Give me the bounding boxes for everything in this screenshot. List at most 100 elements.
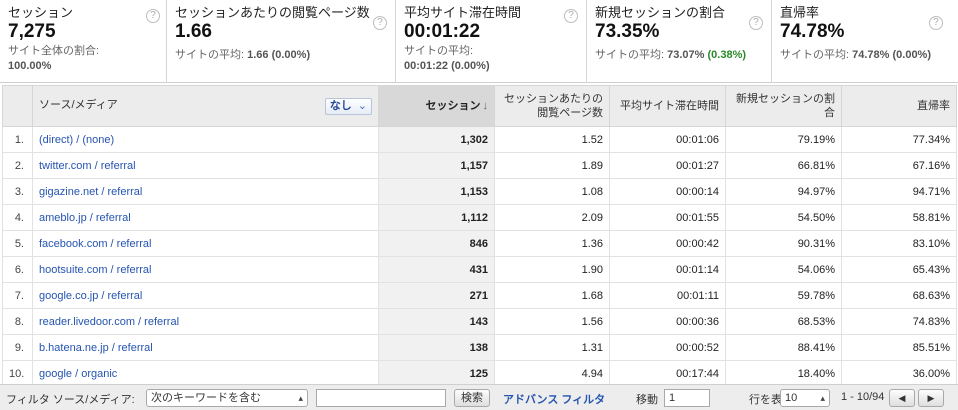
metric-subtext: サイトの平均: 74.78% (0.00%) [780, 49, 932, 61]
source-medium-header[interactable]: ソース/メディア なし ⌄ [32, 85, 379, 127]
next-page-button[interactable]: ▶ [918, 389, 944, 407]
source-medium-link[interactable]: twitter.com / referral [32, 152, 379, 179]
new-sessions-cell: 54.06% [725, 256, 842, 283]
pages-per-session-cell: 1.68 [494, 282, 610, 309]
help-icon[interactable]: ? [749, 16, 763, 30]
metric-subtext: サイトの平均: 73.07% (0.38%) [595, 49, 747, 61]
bounce-rate-cell: 94.71% [841, 178, 957, 205]
new-sessions-cell: 68.53% [725, 308, 842, 335]
sessions-cell: 143 [378, 308, 495, 335]
metric-name: 新規セッションの割合 [595, 5, 726, 20]
help-icon[interactable]: ? [929, 16, 943, 30]
pages-per-session-cell: 1.36 [494, 230, 610, 257]
avg-duration-cell: 00:01:14 [609, 256, 726, 283]
bounce-rate-cell: 74.83% [841, 308, 957, 335]
new-sessions-cell: 18.40% [725, 360, 842, 387]
avg-duration-cell: 00:01:11 [609, 282, 726, 309]
avg-duration-cell: 00:01:27 [609, 152, 726, 179]
table-row: 9. b.hatena.ne.jp / referral 138 1.31 00:00:… [2, 334, 957, 361]
bounce-rate-cell: 77.34% [841, 126, 957, 153]
row-index: 7. [2, 282, 33, 309]
sessions-header[interactable]: セッション ↓ [378, 85, 495, 127]
bounce-rate-cell: 58.81% [841, 204, 957, 231]
metric-value: 00:01:22 [404, 21, 481, 42]
metric-card-new-sessions: 新規セッションの割合 73.35% サイトの平均: 73.07% (0.38%)… [587, 0, 772, 83]
metric-subtext-value: 100.00% [8, 60, 52, 72]
bounce-rate-cell: 67.16% [841, 152, 957, 179]
table-row: 10. google / organic 125 4.94 00:17:44 18.40%… [2, 360, 957, 387]
index-header [2, 85, 33, 127]
secondary-dimension-select[interactable]: なし ⌄ [324, 97, 372, 115]
filter-bar: フィルタ ソース/メディア: 次のキーワードを含む ▴ 検索 アドバンス フィルタ… [0, 384, 958, 410]
page-range: 1 - 10/94 [841, 391, 885, 403]
source-medium-link[interactable]: gigazine.net / referral [32, 178, 379, 205]
rows-per-page-select[interactable]: 10 ▴ [780, 389, 830, 407]
filter-input[interactable] [316, 389, 446, 407]
metric-subtext-value: 00:01:22 (0.00%) [404, 60, 490, 72]
metric-subtext: サイトの平均: 1.66 (0.00%) [175, 49, 311, 61]
table-row: 5. facebook.com / referral 846 1.36 00:00:42… [2, 230, 957, 257]
pages-per-session-cell: 4.94 [494, 360, 610, 387]
metric-subtext: サイト全体の割合: [8, 45, 100, 57]
source-medium-link[interactable]: google / organic [32, 360, 379, 387]
metric-name: セッション [8, 5, 74, 20]
source-medium-link[interactable]: reader.livedoor.com / referral [32, 308, 379, 335]
new-sessions-cell: 66.81% [725, 152, 842, 179]
pages-per-session-cell: 1.08 [494, 178, 610, 205]
bounce-rate-cell: 65.43% [841, 256, 957, 283]
updown-arrow-icon: ▴ [820, 393, 825, 403]
advanced-filter-link[interactable]: アドバンス フィルタ [503, 391, 605, 407]
metric-card-pages-per-session: セッションあたりの閲覧ページ数 1.66 サイトの平均: 1.66 (0.00%… [167, 0, 396, 83]
chevron-left-icon: ◀ [898, 393, 906, 403]
metric-card-avg-duration: 平均サイト滞在時間 00:01:22 サイトの平均: 00:01:22 (0.0… [396, 0, 587, 83]
metric-value: 1.66 [175, 21, 212, 42]
sessions-cell: 1,157 [378, 152, 495, 179]
sessions-cell: 271 [378, 282, 495, 309]
metric-value: 73.35% [595, 21, 660, 42]
pages-per-session-header[interactable]: セッションあたりの閲覧ページ数 [494, 85, 610, 127]
source-medium-link[interactable]: hootsuite.com / referral [32, 256, 379, 283]
chevron-right-icon: ▶ [927, 393, 935, 403]
filter-label: フィルタ ソース/メディア: [6, 394, 135, 406]
row-index: 9. [2, 334, 33, 361]
row-index: 2. [2, 152, 33, 179]
row-index: 6. [2, 256, 33, 283]
avg-duration-header[interactable]: 平均サイト滞在時間 [609, 85, 726, 127]
table-row: 4. ameblo.jp / referral 1,112 2.09 00:01:55 5… [2, 204, 957, 231]
row-index: 8. [2, 308, 33, 335]
table-row: 6. hootsuite.com / referral 431 1.90 00:01:1… [2, 256, 957, 283]
source-medium-link[interactable]: ameblo.jp / referral [32, 204, 379, 231]
new-sessions-cell: 79.19% [725, 126, 842, 153]
new-sessions-header[interactable]: 新規セッションの割合 [725, 85, 842, 127]
sessions-cell: 431 [378, 256, 495, 283]
goto-page-input[interactable]: 1 [664, 389, 710, 407]
avg-duration-cell: 00:00:14 [609, 178, 726, 205]
row-index: 3. [2, 178, 33, 205]
metric-card-bounce-rate: 直帰率 74.78% サイトの平均: 74.78% (0.00%) ? [772, 0, 958, 83]
search-button[interactable]: 検索 [454, 389, 490, 407]
source-medium-link[interactable]: facebook.com / referral [32, 230, 379, 257]
source-medium-link[interactable]: b.hatena.ne.jp / referral [32, 334, 379, 361]
sessions-cell: 846 [378, 230, 495, 257]
help-icon[interactable]: ? [373, 16, 387, 30]
new-sessions-cell: 94.97% [725, 178, 842, 205]
prev-page-button[interactable]: ◀ [889, 389, 915, 407]
bounce-rate-header[interactable]: 直帰率 [841, 85, 957, 127]
avg-duration-cell: 00:01:55 [609, 204, 726, 231]
table-header-row: ソース/メディア なし ⌄ セッション ↓ セッションあたりの閲覧ページ数 平均サイ… [2, 85, 957, 127]
source-medium-link[interactable]: google.co.jp / referral [32, 282, 379, 309]
avg-duration-cell: 00:00:42 [609, 230, 726, 257]
filter-mode-select[interactable]: 次のキーワードを含む ▴ [146, 389, 308, 407]
pages-per-session-cell: 2.09 [494, 204, 610, 231]
help-icon[interactable]: ? [146, 9, 160, 23]
source-medium-link[interactable]: (direct) / (none) [32, 126, 379, 153]
avg-duration-cell: 00:00:36 [609, 308, 726, 335]
pages-per-session-cell: 1.56 [494, 308, 610, 335]
metric-value: 7,275 [8, 21, 56, 42]
new-sessions-cell: 59.78% [725, 282, 842, 309]
avg-duration-cell: 00:00:52 [609, 334, 726, 361]
table-row: 2. twitter.com / referral 1,157 1.89 00:01:2… [2, 152, 957, 179]
chevron-down-icon: ⌄ [357, 99, 367, 112]
row-index: 10. [2, 360, 33, 387]
help-icon[interactable]: ? [564, 9, 578, 23]
